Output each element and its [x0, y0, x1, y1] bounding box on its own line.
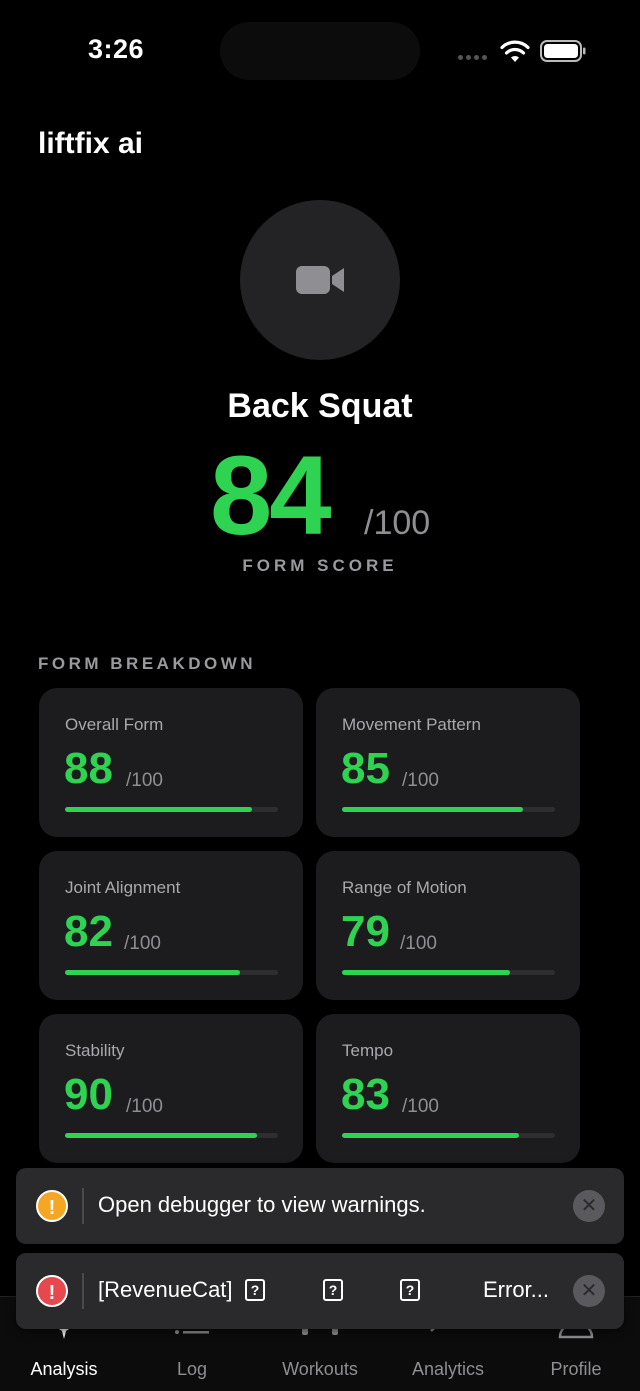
error-toast-tail: Error... [483, 1277, 550, 1302]
warning-toast[interactable]: ! Open debugger to view warnings. ✕ [16, 1168, 624, 1244]
metric-card-movement-pattern: Movement Pattern 85 /100 [316, 688, 580, 837]
metric-progress-fill [65, 807, 253, 812]
form-score-label: FORM SCORE [242, 556, 398, 575]
metric-card-tempo: Tempo 83 /100 [316, 1014, 580, 1163]
metric-progress-bar [65, 1133, 278, 1138]
metric-progress-fill [342, 807, 524, 812]
metric-progress-fill [342, 1133, 519, 1138]
close-icon[interactable]: ✕ [573, 1190, 605, 1222]
video-camera-icon [296, 266, 344, 294]
toast-divider [82, 1273, 84, 1309]
form-breakdown-heading: FORM BREAKDOWN [38, 654, 257, 673]
app-title: liftfix ai [38, 127, 144, 160]
unknown-glyph-icon: ? [323, 1279, 343, 1301]
cellular-signal-icon [458, 55, 487, 60]
metric-progress-fill [65, 970, 240, 975]
metric-label: Range of Motion [342, 878, 467, 897]
metric-max: /100 [400, 933, 437, 954]
unknown-glyph-1: ? [245, 1277, 265, 1303]
metric-progress-bar [342, 1133, 555, 1138]
metric-value: 90 [64, 1070, 113, 1119]
error-icon: ! [36, 1275, 68, 1307]
metric-progress-bar [342, 807, 555, 812]
warning-toast-text: Open debugger to view warnings. [98, 1192, 426, 1217]
error-toast-text: [RevenueCat] [98, 1277, 233, 1302]
dynamic-island [220, 22, 420, 80]
tab-label: Workouts [282, 1359, 358, 1379]
metric-card-stability: Stability 90 /100 [39, 1014, 303, 1163]
metric-value: 88 [64, 744, 113, 793]
metric-progress-bar [342, 970, 555, 975]
metric-value: 79 [341, 907, 390, 956]
unknown-glyph-2: ? [323, 1277, 343, 1303]
metric-card-joint-alignment: Joint Alignment 82 /100 [39, 851, 303, 1000]
toast-divider [82, 1188, 84, 1224]
metric-value: 83 [341, 1070, 390, 1119]
form-score: 84 /100 [0, 433, 640, 558]
metric-progress-fill [342, 970, 511, 975]
metric-card-range-of-motion: Range of Motion 79 /100 [316, 851, 580, 1000]
exercise-name: Back Squat [227, 387, 413, 425]
metric-max: /100 [124, 933, 161, 954]
tab-label: Analytics [411, 1359, 485, 1379]
unknown-glyph-icon: ? [400, 1279, 420, 1301]
tab-label: Analysis [30, 1359, 98, 1379]
metric-max: /100 [126, 1096, 163, 1117]
metric-progress-fill [65, 1133, 257, 1138]
metric-progress-bar [65, 807, 278, 812]
metric-label: Movement Pattern [342, 715, 481, 734]
form-score-max: /100 [364, 504, 431, 542]
metric-label: Tempo [342, 1041, 394, 1060]
status-bar: 3:26 [0, 0, 640, 100]
unknown-glyph-3: ? [400, 1277, 420, 1303]
metric-label: Joint Alignment [65, 878, 181, 897]
battery-icon [540, 40, 586, 62]
warning-icon: ! [36, 1190, 68, 1222]
status-time: 3:26 [88, 34, 145, 64]
metric-label: Overall Form [65, 715, 164, 734]
metric-value: 85 [341, 744, 390, 793]
metric-card-overall-form: Overall Form 88 /100 [39, 688, 303, 837]
close-icon[interactable]: ✕ [573, 1275, 605, 1307]
wifi-icon [500, 40, 530, 62]
form-score-value: 84 [210, 433, 332, 558]
tab-label: Log [176, 1359, 208, 1379]
metric-max: /100 [402, 1096, 439, 1117]
error-toast[interactable]: ! [RevenueCat] ? ? ? Error... ✕ [16, 1253, 624, 1329]
metric-value: 82 [64, 907, 113, 956]
metric-max: /100 [402, 770, 439, 791]
unknown-glyph-icon: ? [245, 1279, 265, 1301]
metric-progress-bar [65, 970, 278, 975]
tab-label: Profile [550, 1359, 602, 1379]
metric-label: Stability [65, 1041, 125, 1060]
metric-max: /100 [126, 770, 163, 791]
